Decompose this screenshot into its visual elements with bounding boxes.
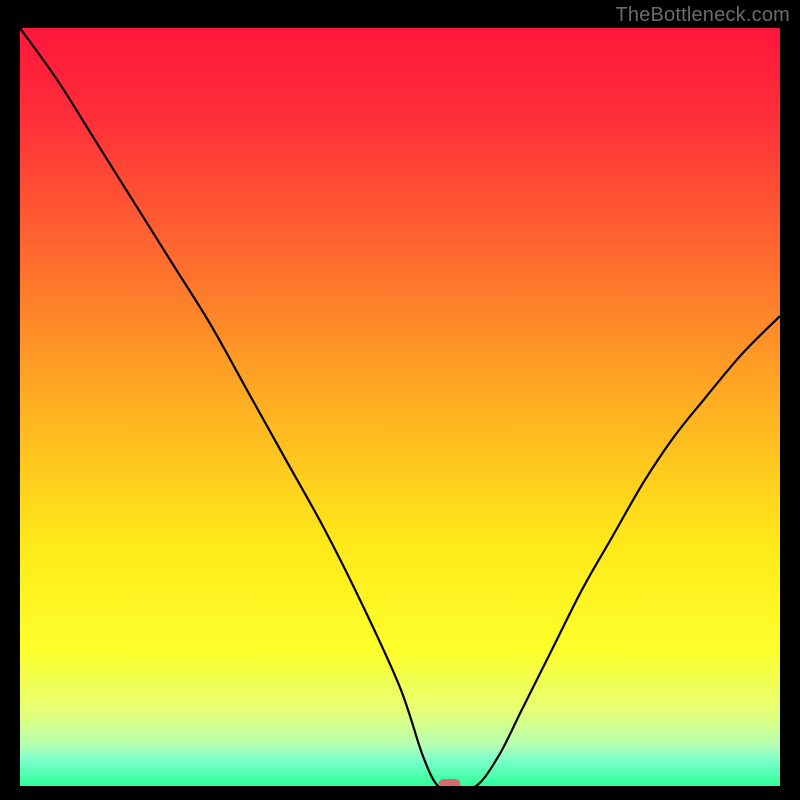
optimum-marker — [438, 779, 460, 786]
plot-area — [20, 28, 780, 786]
gradient-background — [20, 28, 780, 786]
watermark-text: TheBottleneck.com — [615, 4, 790, 27]
bottleneck-chart — [20, 28, 780, 786]
chart-frame: TheBottleneck.com — [0, 0, 800, 800]
